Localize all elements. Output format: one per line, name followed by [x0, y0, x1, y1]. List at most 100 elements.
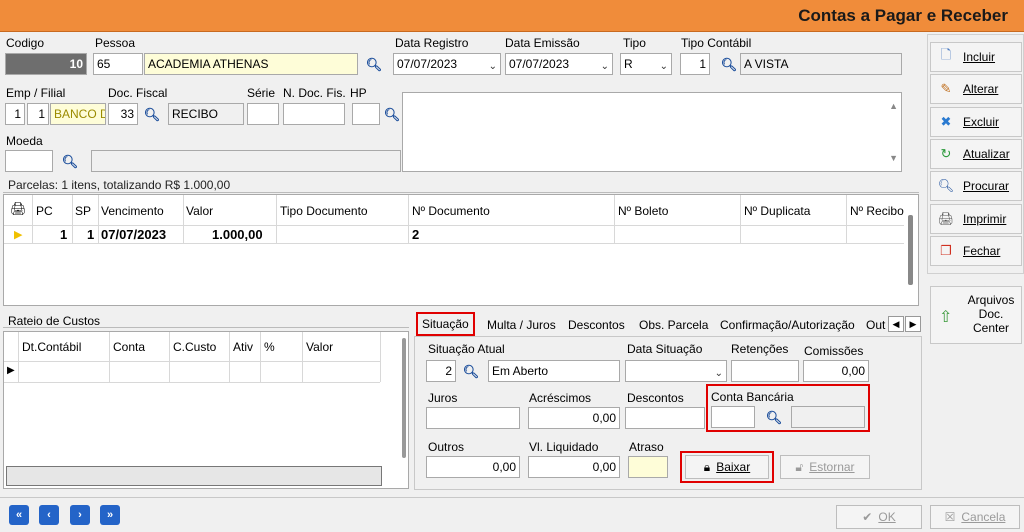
binoculars-icon: 🔍︎ — [937, 178, 955, 193]
horizontal-scrollbar[interactable] — [6, 466, 382, 486]
excluir-button[interactable]: ✖ Excluir — [930, 107, 1022, 137]
data-registro-field[interactable]: 07/07/2023 ⌄ — [393, 53, 501, 75]
codigo-field[interactable]: 10 — [5, 53, 87, 75]
comissoes-field[interactable]: 0,00 — [803, 360, 869, 382]
document-icon: 🗋︎ — [940, 47, 952, 62]
col-sp: SP — [75, 204, 92, 218]
data-emissao-label: Data Emissão — [505, 36, 580, 50]
atualizar-button[interactable]: ↻ Atualizar — [930, 139, 1022, 169]
descontos-field[interactable] — [625, 407, 705, 429]
conta-bancaria-search-icon[interactable]: 🔍︎ — [765, 410, 783, 426]
situacao-code-field[interactable]: 2 — [426, 360, 456, 382]
scroll-up-icon[interactable]: ▲ — [889, 96, 898, 116]
pessoa-code-field[interactable]: 65 — [93, 53, 143, 75]
retencoes-field[interactable] — [731, 360, 799, 382]
col-n-duplicata: Nº Duplicata — [744, 204, 811, 218]
unlock-icon: 🔓︎ — [795, 459, 804, 474]
observacao-memo[interactable]: ▲ ▼ — [402, 92, 902, 172]
emp-field[interactable]: 1 — [5, 103, 25, 125]
outros-label: Outros — [428, 440, 465, 454]
col-n-recibo: Nº Recibo — [850, 204, 904, 218]
tab-outros[interactable]: Out — [862, 314, 888, 336]
tab-confirmacao[interactable]: Confirmação/Autorização — [716, 314, 859, 336]
vl-liquidado-field[interactable]: 0,00 — [528, 456, 620, 478]
tab-descontos[interactable]: Descontos — [564, 314, 629, 336]
incluir-button[interactable]: 🗋︎ Incluir — [930, 42, 1022, 72]
col-pc: PC — [36, 204, 53, 218]
tab-multa-juros[interactable]: Multa / Juros — [483, 314, 560, 336]
hp-label: HP — [350, 86, 367, 100]
ok-button[interactable]: ✔ OK — [836, 505, 922, 529]
printer-icon: 🖨︎ — [937, 211, 955, 226]
fechar-button[interactable]: ❐ Fechar — [930, 236, 1022, 266]
filial-field[interactable]: 1 — [27, 103, 49, 125]
retencoes-label: Retenções — [731, 342, 789, 356]
data-emissao-field[interactable]: 07/07/2023 ⌄ — [505, 53, 613, 75]
outros-field[interactable]: 0,00 — [426, 456, 520, 478]
baixar-button[interactable]: 🔒︎ Baixar — [685, 455, 769, 479]
col-n-documento: Nº Documento — [412, 204, 490, 218]
doc-fiscal-code-field[interactable]: 33 — [108, 103, 138, 125]
tipo-select[interactable]: R ⌄ — [620, 53, 672, 75]
pessoa-search-icon[interactable]: 🔍︎ — [365, 57, 383, 73]
first-record-icon[interactable]: « — [9, 505, 29, 525]
col-vencimento: Vencimento — [101, 204, 164, 218]
chevron-down-icon: ⌄ — [714, 368, 723, 379]
situacao-name-field: Em Aberto — [488, 360, 620, 382]
data-situacao-field[interactable]: ⌄ — [625, 360, 727, 382]
hp-field[interactable] — [352, 103, 380, 125]
table-row[interactable]: ▶ 1 1 07/07/2023 1.000,00 2 — [4, 226, 904, 243]
situacao-search-icon[interactable]: 🔍︎ — [462, 364, 480, 380]
situacao-atual-label: Situação Atual — [428, 342, 505, 356]
scroll-down-icon[interactable]: ▼ — [889, 148, 898, 168]
doc-fiscal-search-icon[interactable]: 🔍︎ — [143, 107, 161, 123]
atraso-label: Atraso — [629, 440, 664, 454]
arquivos-doc-center-button[interactable]: ⇧ Arquivos Doc. Center — [930, 286, 1022, 344]
rateio-grid[interactable]: Dt.Contábil Conta C.Custo Ativ % Valor ▶ — [3, 331, 409, 489]
previous-record-icon[interactable]: ‹ — [39, 505, 59, 525]
n-doc-fis-field[interactable] — [283, 103, 345, 125]
hp-search-icon[interactable]: 🔍︎ — [383, 107, 401, 123]
tab-obs-parcela[interactable]: Obs. Parcela — [635, 314, 713, 336]
doc-fiscal-label: Doc. Fiscal — [108, 86, 168, 100]
tab-scroll-left-icon[interactable]: ◀ — [888, 316, 904, 332]
next-record-icon[interactable]: › — [70, 505, 90, 525]
tab-situacao[interactable]: Situação — [416, 312, 475, 336]
printer-icon: 🖨︎ — [10, 201, 27, 216]
estornar-button[interactable]: 🔓︎ Estornar — [780, 455, 870, 479]
parcelas-grid[interactable]: 🖨︎ PC SP Vencimento Valor Tipo Documento… — [3, 194, 919, 306]
vertical-scrollbar[interactable] — [402, 338, 406, 458]
cancela-button[interactable]: ☒ Cancela — [930, 505, 1020, 529]
upload-document-icon: ⇧ — [939, 309, 953, 326]
refresh-icon: ↻ — [940, 146, 952, 161]
descontos-label: Descontos — [627, 391, 684, 405]
row-indicator-icon: ▶ — [14, 229, 23, 241]
cell-sp: 1 — [87, 227, 95, 242]
tab-scroll-right-icon[interactable]: ▶ — [905, 316, 921, 332]
title-bar: Contas a Pagar e Receber — [0, 0, 1024, 32]
tipo-contabil-code-field[interactable]: 1 — [680, 53, 710, 75]
moeda-search-icon[interactable]: 🔍︎ — [61, 154, 79, 170]
juros-field[interactable] — [426, 407, 520, 429]
pessoa-name-field[interactable]: ACADEMIA ATHENAS — [144, 53, 358, 75]
lock-icon: 🔒︎ — [703, 459, 711, 474]
close-window-icon: ❐ — [940, 243, 952, 258]
last-record-icon[interactable]: » — [100, 505, 120, 525]
conta-bancaria-code-field[interactable] — [711, 406, 755, 428]
procurar-button[interactable]: 🔍︎ Procurar — [930, 171, 1022, 201]
edit-icon: ✎ — [940, 81, 952, 96]
imprimir-button[interactable]: 🖨︎ Imprimir — [930, 204, 1022, 234]
acrescimos-field[interactable]: 0,00 — [528, 407, 620, 429]
cell-valor: 1.000,00 — [212, 227, 263, 242]
pessoa-label: Pessoa — [95, 36, 136, 50]
tipo-contabil-search-icon[interactable]: 🔍︎ — [720, 57, 738, 73]
vertical-scrollbar[interactable] — [908, 215, 913, 285]
alterar-button[interactable]: ✎ Alterar — [930, 74, 1022, 104]
banco-field[interactable]: BANCO D — [50, 103, 106, 125]
data-registro-label: Data Registro — [395, 36, 469, 50]
col-percent: % — [264, 340, 275, 354]
emp-filial-label: Emp / Filial — [6, 86, 66, 100]
moeda-field[interactable] — [5, 150, 53, 172]
serie-field[interactable] — [247, 103, 279, 125]
col-dt-contabil: Dt.Contábil — [22, 340, 82, 354]
